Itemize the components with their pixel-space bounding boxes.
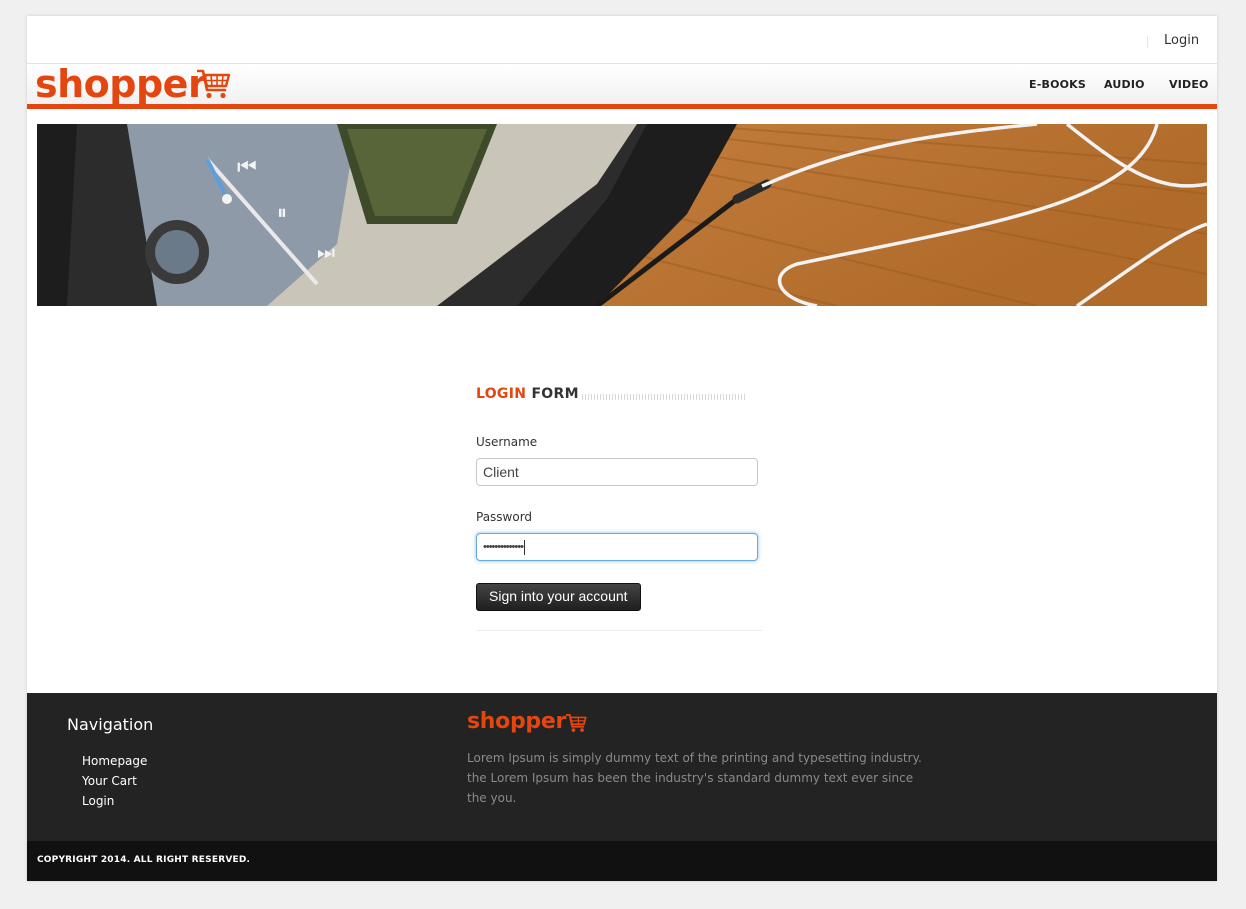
footer: Navigation Homepage Your Cart Login shop… (27, 693, 1217, 841)
text-caret (523, 539, 525, 555)
footer-link-cart[interactable]: Your Cart (82, 774, 137, 788)
sign-in-button[interactable]: Sign into your account (476, 583, 641, 611)
main-navbar: shopper E-BOOKS AUDIO VIDEO (27, 62, 1217, 109)
form-title-rest: FORM (531, 386, 579, 402)
nav-video[interactable]: VIDEO (1169, 78, 1209, 91)
nav-audio[interactable]: AUDIO (1104, 78, 1145, 91)
svg-text:⏸: ⏸ (277, 200, 287, 224)
form-title-accent: LOGIN (476, 386, 527, 402)
password-label: Password (476, 510, 533, 524)
footer-description: Lorem Ipsum is simply dummy text of the … (467, 751, 922, 805)
title-dotted-rule (582, 394, 746, 400)
footer-link-login[interactable]: Login (82, 794, 114, 808)
top-bar: Login (27, 16, 1217, 63)
svg-text:⏭: ⏭ (317, 240, 335, 264)
login-form-title: LOGIN FORM (476, 386, 579, 402)
password-field[interactable]: •••••••••••••• (476, 533, 758, 561)
banner-image: ⏮ ⏸ ⏭ (37, 124, 1207, 306)
banner-photo: ⏮ ⏸ ⏭ (37, 124, 1207, 306)
nav-ebooks[interactable]: E-BOOKS (1029, 78, 1086, 91)
form-divider (476, 630, 762, 631)
username-field[interactable]: Client (476, 458, 758, 486)
password-value: •••••••••••••• (483, 541, 524, 553)
footer-brand-logo: shopper (467, 709, 567, 734)
brand-logo[interactable]: shopper (35, 62, 207, 106)
username-label: Username (476, 435, 538, 449)
cart-icon (197, 69, 231, 99)
nav-accent-line (27, 104, 1217, 109)
copyright-bar: COPYRIGHT 2014. ALL RIGHT RESERVED. (27, 841, 1217, 881)
page-container: Login shopper E-BOOKS AUDIO VIDEO ⏮ ⏸ ⏭ … (27, 16, 1217, 881)
top-login-link[interactable]: Login (1164, 33, 1199, 48)
footer-nav-title: Navigation (67, 715, 154, 734)
footer-cart-icon (566, 714, 587, 732)
copyright-text: COPYRIGHT 2014. ALL RIGHT RESERVED. (37, 855, 251, 865)
svg-text:⏮: ⏮ (237, 155, 257, 180)
username-value: Client (483, 464, 519, 480)
top-divider (1147, 36, 1148, 48)
footer-link-homepage[interactable]: Homepage (82, 754, 147, 768)
